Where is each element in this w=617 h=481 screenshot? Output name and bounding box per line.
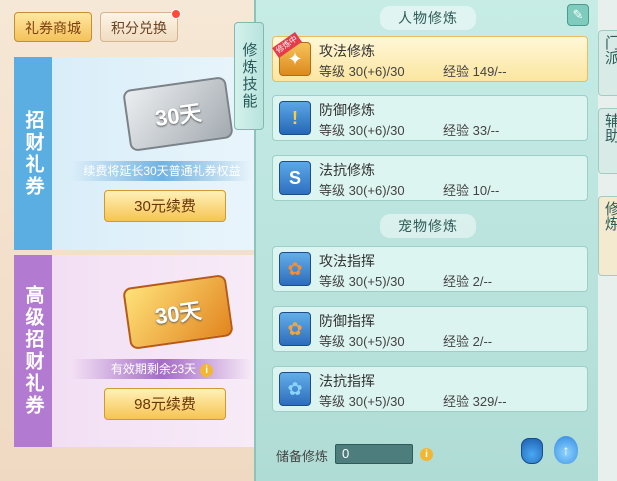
pet-training-title-text: 宠物修炼 bbox=[380, 214, 476, 238]
training-exp: 经验 2/-- bbox=[443, 274, 493, 289]
coupon-card-title: 高级招财礼券 bbox=[22, 285, 44, 417]
tab-sect[interactable]: 门派 bbox=[598, 30, 617, 96]
training-row-defense[interactable]: ! 防御修炼 等级 30(+6)/30 经验 33/-- bbox=[272, 95, 588, 141]
training-name: 法抗指挥 bbox=[319, 373, 375, 389]
tab-assist[interactable]: 辅助 bbox=[598, 108, 617, 174]
coupon-card-title: 招财礼券 bbox=[22, 109, 44, 198]
tab-sect-label: 门派 bbox=[603, 35, 617, 65]
edit-icon[interactable]: ✎ bbox=[567, 4, 589, 26]
defense-shield-icon: ! bbox=[279, 101, 311, 135]
potion-icon[interactable] bbox=[521, 438, 543, 464]
tab-training[interactable]: 修炼 bbox=[598, 196, 617, 276]
coupon-card-note: 续费将延长30天普通礼券权益 bbox=[72, 161, 252, 181]
tab-coupon-shop[interactable]: 礼券商城 bbox=[14, 12, 92, 42]
coupon-shop-panel: 礼券商城 积分兑换 招财礼券 30天 续费将延长30天普通礼券权益 30元续费 … bbox=[0, 0, 268, 481]
gold-ticket-icon: 30天 bbox=[122, 274, 234, 350]
person-training-title: 人物修炼 bbox=[256, 6, 600, 30]
paw-defense-icon: ✿ bbox=[279, 312, 311, 346]
tab-assist-label: 辅助 bbox=[603, 113, 617, 143]
coupon-card-note: 有效期剩余23天 i bbox=[72, 359, 252, 379]
silver-ticket-icon: 30天 bbox=[122, 76, 234, 152]
info-icon[interactable]: i bbox=[420, 448, 433, 461]
training-level: 等级 30(+6)/30 bbox=[319, 123, 405, 138]
training-row-pet-attack[interactable]: ✿ 攻法指挥 等级 30(+5)/30 经验 2/-- bbox=[272, 246, 588, 292]
training-name: 防御修炼 bbox=[319, 102, 375, 118]
tab-training-label: 修炼 bbox=[603, 201, 617, 231]
tab-training-skills[interactable]: 修炼技能 bbox=[234, 22, 264, 130]
training-exp: 经验 149/-- bbox=[443, 64, 507, 79]
coupon-card-side: 高级招财礼券 bbox=[14, 255, 52, 447]
training-exp: 经验 329/-- bbox=[443, 394, 507, 409]
ticket-days-label: 30天 bbox=[153, 99, 203, 132]
notice-dot bbox=[171, 9, 181, 19]
training-level: 等级 30(+6)/30 bbox=[319, 64, 405, 79]
ticket-days-label: 30天 bbox=[153, 297, 203, 330]
training-row-pet-resist[interactable]: ✿ 法抗指挥 等级 30(+5)/30 经验 329/-- bbox=[272, 366, 588, 412]
storage-training-label: 储备修炼 bbox=[276, 449, 329, 464]
training-row-resist[interactable]: S 法抗修炼 等级 30(+6)/30 经验 10/-- bbox=[272, 155, 588, 201]
training-name: 攻法指挥 bbox=[319, 253, 375, 269]
training-level: 等级 30(+6)/30 bbox=[319, 183, 405, 198]
training-exp: 经验 33/-- bbox=[443, 123, 500, 138]
tab-points-exchange-label: 积分兑换 bbox=[111, 20, 167, 36]
training-row-pet-defense[interactable]: ✿ 防御指挥 等级 30(+5)/30 经验 2/-- bbox=[272, 306, 588, 352]
training-name: 攻法修炼 bbox=[319, 43, 375, 59]
coupon-card-side: 招财礼券 bbox=[14, 57, 52, 250]
training-exp: 经验 2/-- bbox=[443, 334, 493, 349]
training-level: 等级 30(+5)/30 bbox=[319, 394, 405, 409]
coupon-card-note-text: 有效期剩余23天 bbox=[110, 362, 197, 376]
storage-training-field: 0 bbox=[335, 444, 413, 464]
person-training-title-text: 人物修炼 bbox=[380, 6, 476, 30]
tab-training-skills-label: 修炼技能 bbox=[240, 42, 258, 110]
paw-attack-icon: ✿ bbox=[279, 252, 311, 286]
upgrade-arrow-icon[interactable]: ↑ bbox=[554, 436, 578, 464]
pet-training-title: 宠物修炼 bbox=[256, 214, 600, 238]
paw-resist-icon: ✿ bbox=[279, 372, 311, 406]
info-icon[interactable]: i bbox=[200, 364, 214, 377]
tab-points-exchange[interactable]: 积分兑换 bbox=[100, 9, 181, 42]
training-panel: 人物修炼 ✎ ✦ 修炼中 攻法修炼 等级 30(+6)/30 经验 149/--… bbox=[254, 0, 598, 481]
training-name: 防御指挥 bbox=[319, 313, 375, 329]
coupon-card-premium: 高级招财礼券 30天 有效期剩余23天 i 98元续费 bbox=[14, 255, 268, 447]
training-level: 等级 30(+5)/30 bbox=[319, 274, 405, 289]
training-row-attack[interactable]: ✦ 修炼中 攻法修炼 等级 30(+6)/30 经验 149/-- bbox=[272, 32, 588, 82]
resist-shield-icon: S bbox=[279, 161, 311, 195]
training-level: 等级 30(+5)/30 bbox=[319, 334, 405, 349]
renew-30-button[interactable]: 30元续费 bbox=[104, 190, 226, 222]
training-exp: 经验 10/-- bbox=[443, 183, 500, 198]
coupon-card-normal: 招财礼券 30天 续费将延长30天普通礼券权益 30元续费 bbox=[14, 57, 268, 250]
training-name: 法抗修炼 bbox=[319, 162, 375, 178]
renew-98-button[interactable]: 98元续费 bbox=[104, 388, 226, 420]
shop-tabs: 礼券商城 积分兑换 bbox=[14, 9, 181, 42]
